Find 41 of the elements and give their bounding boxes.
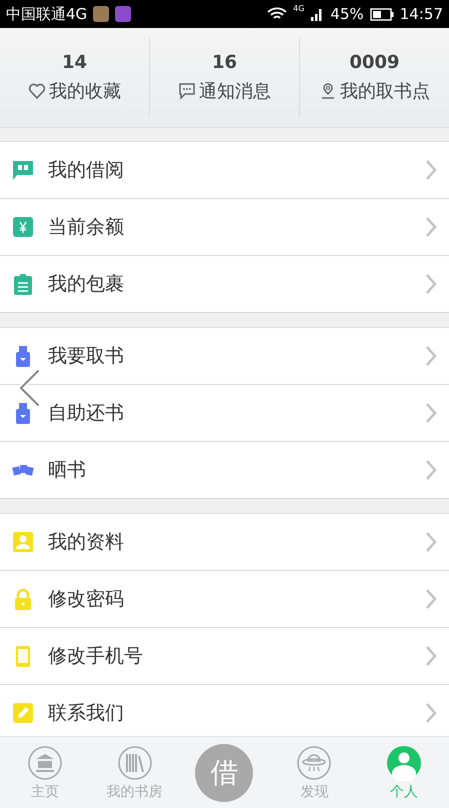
chevron-icon — [425, 588, 437, 610]
ufo-icon — [296, 744, 332, 780]
bank-icon — [26, 744, 63, 780]
menu-label: 我的资料 — [48, 530, 125, 555]
menu-label: 我的包裹 — [48, 272, 125, 297]
chevron-icon — [425, 159, 437, 181]
location-pin-icon — [319, 82, 337, 100]
menu-label: 联系我们 — [48, 701, 125, 726]
menu-label: 晒书 — [48, 458, 87, 483]
menu-label: 我的借阅 — [48, 158, 125, 183]
stat-link[interactable]: 我的收藏 — [28, 79, 121, 103]
chevron-icon — [425, 216, 437, 238]
chevron-icon — [425, 645, 437, 667]
signal-icon — [310, 7, 324, 21]
chevron-icon — [425, 702, 437, 724]
menu-label: 修改手机号 — [48, 644, 144, 669]
chevron-icon — [425, 273, 437, 295]
chevron-icon — [425, 402, 437, 424]
stat-count: 14 — [62, 52, 88, 73]
app-icon — [93, 6, 110, 22]
heart-icon — [28, 82, 46, 100]
network-type: 4G — [293, 4, 304, 13]
battery-percent: 45% — [330, 5, 364, 23]
app-icon — [115, 6, 132, 22]
clock-time: 14:57 — [400, 5, 443, 23]
person-icon — [386, 744, 422, 780]
chevron-icon — [425, 345, 437, 367]
carrier-name: 中国联通4G — [6, 4, 88, 24]
books-icon — [116, 744, 153, 780]
stat-link[interactable]: 我的取书点 — [319, 79, 430, 103]
chevron-icon — [425, 531, 437, 553]
stat-link[interactable]: 通知消息 — [178, 79, 271, 103]
stat-count: 0009 — [349, 52, 400, 73]
menu-label: 自助还书 — [48, 401, 125, 426]
message-icon — [178, 82, 196, 100]
stat-count: 16 — [212, 52, 238, 73]
menu-label: 我要取书 — [48, 344, 125, 369]
battery-icon — [370, 8, 394, 20]
menu-label: 修改密码 — [48, 587, 125, 612]
chevron-icon — [425, 459, 437, 481]
menu-label: 当前余额 — [48, 215, 125, 240]
